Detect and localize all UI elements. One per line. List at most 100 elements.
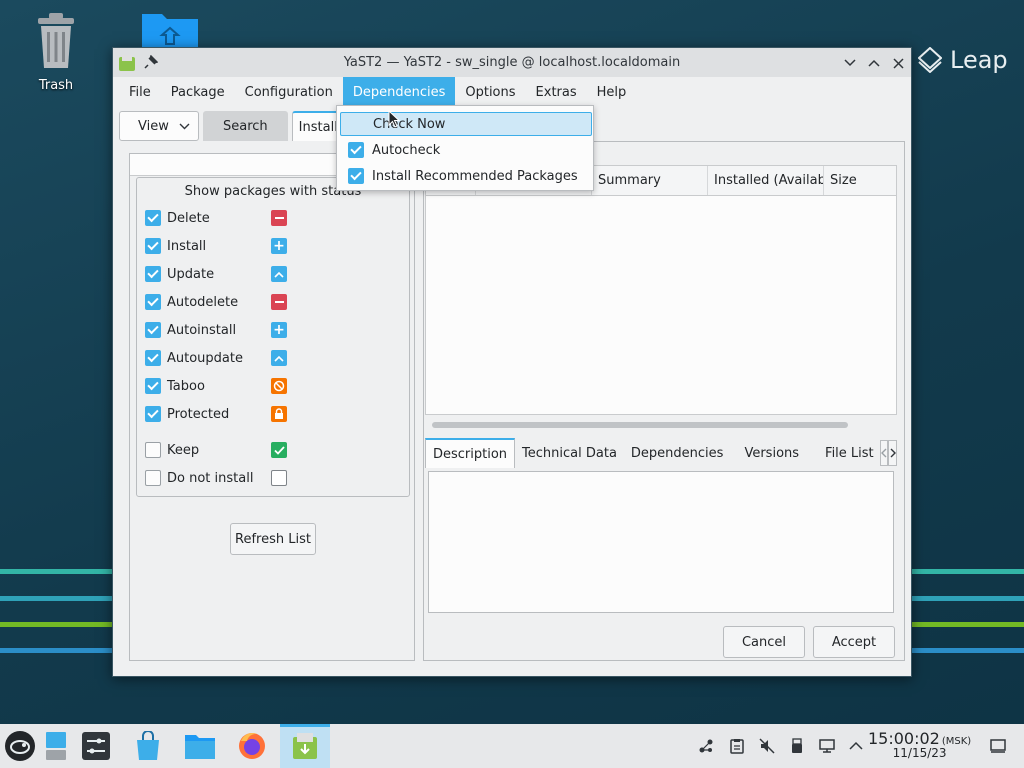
- status-checkbox[interactable]: [145, 238, 161, 254]
- volume-muted-icon[interactable]: [759, 738, 775, 754]
- status-checkbox[interactable]: [145, 294, 161, 310]
- status-row-do-not-install[interactable]: Do not install: [145, 468, 405, 488]
- status-checkbox[interactable]: [145, 350, 161, 366]
- status-label: Taboo: [167, 378, 205, 394]
- tab-description[interactable]: Description: [425, 438, 516, 468]
- status-row-install[interactable]: Install +: [145, 236, 405, 256]
- close-button[interactable]: [889, 54, 907, 72]
- minus-icon: [271, 210, 287, 226]
- yast-taskbar-button[interactable]: [289, 730, 321, 762]
- col-installed[interactable]: Installed (Availab: [708, 166, 824, 195]
- view-combo[interactable]: View: [119, 111, 199, 141]
- status-checkbox[interactable]: [145, 266, 161, 282]
- tab-file-list[interactable]: File List: [813, 438, 880, 468]
- trash-label: Trash: [38, 78, 74, 93]
- chevron-up-icon: [868, 59, 880, 67]
- status-label: Do not install: [167, 470, 254, 486]
- tab-scroll-right[interactable]: [888, 440, 897, 466]
- firefox-button[interactable]: [236, 730, 268, 762]
- status-row-autoupdate[interactable]: Autoupdate: [145, 348, 405, 368]
- menubar: File Package Configuration Dependencies …: [113, 77, 911, 107]
- view-combo-label: View: [138, 118, 169, 134]
- pin-icon[interactable]: [144, 55, 158, 69]
- cancel-button[interactable]: Cancel: [723, 626, 805, 658]
- status-row-keep[interactable]: Keep: [145, 440, 405, 460]
- window-titlebar[interactable]: YaST2 — YaST2 - sw_single @ localhost.lo…: [113, 48, 911, 77]
- software-store-button[interactable]: [132, 730, 164, 762]
- tab-technical-data[interactable]: Technical Data: [515, 438, 624, 468]
- tab-scroll-left[interactable]: [879, 440, 889, 466]
- desktop-home-folder[interactable]: [140, 10, 200, 52]
- plus-icon: +: [271, 322, 287, 338]
- menu-extras[interactable]: Extras: [526, 77, 587, 107]
- tab-versions[interactable]: Versions: [730, 438, 813, 468]
- status-label: Protected: [167, 406, 230, 422]
- lock-icon: [271, 406, 287, 422]
- accept-button[interactable]: Accept: [813, 626, 895, 658]
- menu-options[interactable]: Options: [455, 77, 525, 107]
- status-row-update[interactable]: Update: [145, 264, 405, 284]
- status-checkbox[interactable]: [145, 378, 161, 394]
- menu-file[interactable]: File: [119, 77, 161, 107]
- status-row-protected[interactable]: Protected: [145, 404, 405, 424]
- menu-item-label: Check Now: [373, 116, 446, 132]
- opensuse-launcher-icon: [5, 731, 35, 761]
- status-checkbox[interactable]: [145, 210, 161, 226]
- autocheck-checkbox[interactable]: [348, 142, 364, 158]
- app-launcher-button[interactable]: [4, 730, 36, 762]
- menu-help[interactable]: Help: [587, 77, 637, 107]
- status-checkbox[interactable]: [145, 322, 161, 338]
- col-summary[interactable]: Summary: [592, 166, 708, 195]
- maximize-button[interactable]: [865, 54, 883, 72]
- usb-device-icon[interactable]: [789, 738, 805, 754]
- menu-item-label: Autocheck: [372, 142, 441, 158]
- status-row-taboo[interactable]: Taboo: [145, 376, 405, 396]
- firefox-icon: [239, 733, 265, 759]
- col-size[interactable]: Size: [824, 166, 896, 195]
- leap-logo: Leap: [918, 46, 1008, 74]
- install-recommended-checkbox[interactable]: [348, 168, 364, 184]
- refresh-list-button[interactable]: Refresh List: [230, 523, 316, 555]
- menu-dependencies[interactable]: Dependencies: [342, 77, 456, 107]
- status-label: Update: [167, 266, 215, 282]
- horizontal-scrollbar[interactable]: [432, 422, 848, 428]
- network-share-icon[interactable]: [698, 738, 714, 754]
- status-row-delete[interactable]: Delete: [145, 208, 405, 228]
- status-label: Autoinstall: [167, 322, 237, 338]
- package-table[interactable]: Summary Installed (Availab Size: [425, 165, 897, 428]
- clock-date: 11/15/23: [892, 746, 947, 760]
- taskbar: 15:00:02 (MSK) 11/15/23: [0, 724, 1024, 768]
- chevron-up-icon[interactable]: [848, 738, 864, 754]
- network-wired-icon[interactable]: [819, 738, 835, 754]
- menu-package[interactable]: Package: [161, 77, 235, 107]
- check-icon: [271, 442, 287, 458]
- plus-icon: +: [271, 238, 287, 254]
- show-desktop-icon[interactable]: [990, 738, 1006, 754]
- desktop-trash[interactable]: Trash: [28, 12, 84, 93]
- tab-dependencies[interactable]: Dependencies: [624, 438, 731, 468]
- menu-item-check-now[interactable]: Check Now: [340, 112, 592, 136]
- file-manager-button[interactable]: [184, 730, 216, 762]
- description-view[interactable]: [428, 471, 894, 613]
- status-checkbox[interactable]: [145, 470, 161, 486]
- minus-icon: [271, 294, 287, 310]
- chevron-down-icon: [844, 59, 856, 67]
- status-label: Autoupdate: [167, 350, 243, 366]
- status-checkbox[interactable]: [145, 406, 161, 422]
- status-row-autoinstall[interactable]: Autoinstall +: [145, 320, 405, 340]
- system-settings-button[interactable]: [80, 730, 112, 762]
- status-label: Install: [167, 238, 207, 254]
- status-row-autodelete[interactable]: Autodelete: [145, 292, 405, 312]
- menu-configuration[interactable]: Configuration: [235, 77, 343, 107]
- menu-item-autocheck[interactable]: Autocheck: [340, 138, 592, 162]
- shopping-bag-icon: [137, 731, 159, 760]
- menu-item-install-recommended[interactable]: Install Recommended Packages: [340, 164, 592, 188]
- status-label: Keep: [167, 442, 200, 458]
- minimize-button[interactable]: [841, 54, 859, 72]
- clipboard-icon[interactable]: [729, 738, 745, 754]
- show-desktop-button[interactable]: [40, 730, 72, 762]
- digital-clock[interactable]: 15:00:02 (MSK) 11/15/23: [868, 729, 971, 760]
- status-checkbox[interactable]: [145, 442, 161, 458]
- tab-search[interactable]: Search: [203, 111, 288, 141]
- folder-icon: [142, 14, 198, 48]
